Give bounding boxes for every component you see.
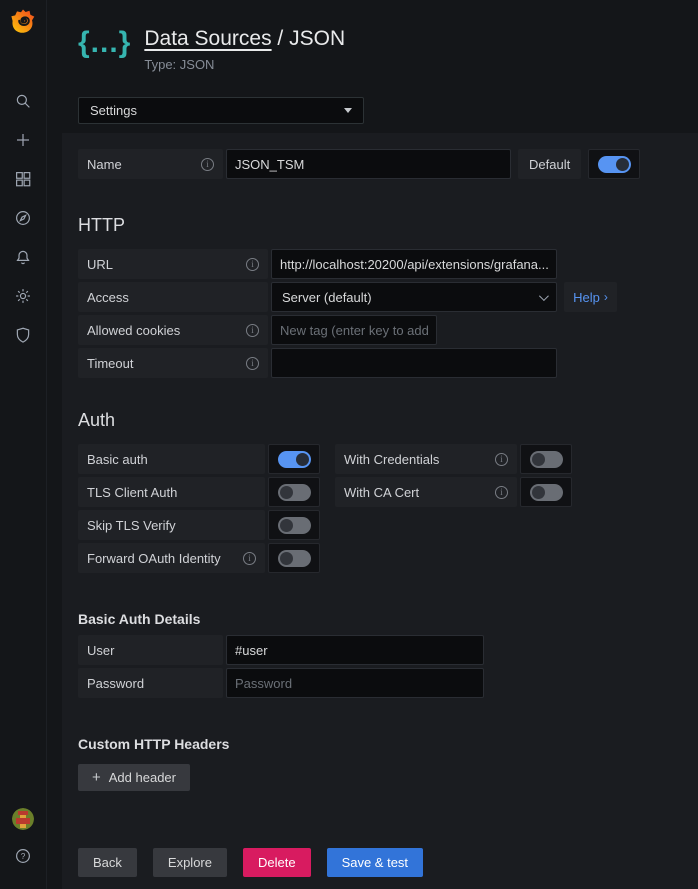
svg-text:?: ? — [21, 852, 26, 861]
auth-section-title: Auth — [78, 410, 682, 431]
search-icon[interactable] — [14, 92, 32, 110]
default-toggle[interactable] — [588, 149, 640, 179]
forward-oauth-identity-label: Forward OAuth Identity — [78, 543, 265, 573]
tls-client-auth-label: TLS Client Auth — [78, 477, 265, 507]
basic-auth-details-title: Basic Auth Details — [78, 611, 682, 627]
url-row: URL — [78, 249, 682, 279]
admin-shield-icon[interactable] — [14, 326, 32, 344]
password-label: Password — [78, 668, 223, 698]
page-header: {...} Data Sources / JSON Type: JSON — [47, 0, 698, 72]
user-label: User — [78, 635, 223, 665]
custom-http-headers-title: Custom HTTP Headers — [78, 736, 682, 752]
json-datasource-icon: {...} — [78, 24, 131, 62]
allowed-cookies-row: Allowed cookies — [78, 315, 682, 345]
name-row: Name Default — [78, 149, 682, 179]
with-credentials-toggle[interactable] — [520, 444, 572, 474]
info-icon[interactable] — [246, 357, 259, 370]
back-button[interactable]: Back — [78, 848, 137, 877]
delete-button[interactable]: Delete — [243, 848, 311, 877]
password-row: Password — [78, 668, 682, 698]
chevron-down-icon — [539, 291, 549, 301]
alerting-bell-icon[interactable] — [14, 248, 32, 266]
sidebar-bottom: ? — [12, 808, 34, 865]
info-icon[interactable] — [246, 324, 259, 337]
skip-tls-verify-label: Skip TLS Verify — [78, 510, 265, 540]
sidebar-nav — [14, 92, 32, 344]
allowed-cookies-input[interactable] — [271, 315, 437, 345]
plus-icon: + — [92, 769, 101, 786]
name-input[interactable] — [226, 149, 511, 179]
info-icon[interactable] — [495, 453, 508, 466]
explore-compass-icon[interactable] — [14, 209, 32, 227]
help-icon[interactable]: ? — [14, 847, 32, 865]
main-content: {...} Data Sources / JSON Type: JSON Set… — [47, 0, 698, 889]
info-icon[interactable] — [201, 158, 214, 171]
footer-actions: Back Explore Delete Save & test — [78, 848, 682, 877]
page-title: Data Sources / JSON — [144, 26, 345, 52]
sidebar: ? — [0, 0, 47, 889]
breadcrumb-separator: / — [272, 27, 290, 50]
add-header-button[interactable]: + Add header — [78, 764, 190, 791]
url-input[interactable] — [271, 249, 557, 279]
breadcrumb-current: JSON — [289, 27, 345, 50]
auth-row-1: Basic auth With Credentials — [78, 444, 682, 474]
configuration-gear-icon[interactable] — [14, 287, 32, 305]
app-window: ? {...} Data Sources / JSON Type: JSON S… — [0, 0, 698, 889]
info-icon[interactable] — [243, 552, 256, 565]
access-select[interactable]: Server (default) — [271, 282, 557, 312]
timeout-input[interactable] — [271, 348, 557, 378]
skip-tls-verify-toggle[interactable] — [268, 510, 320, 540]
datasource-type-subtitle: Type: JSON — [144, 57, 345, 72]
allowed-cookies-label: Allowed cookies — [78, 315, 268, 345]
user-input[interactable] — [226, 635, 484, 665]
access-help-button[interactable]: Help› — [564, 282, 617, 312]
access-row: Access Server (default) Help› — [78, 282, 682, 312]
basic-auth-toggle[interactable] — [268, 444, 320, 474]
auth-row-2: TLS Client Auth With CA Cert — [78, 477, 682, 507]
with-credentials-label: With Credentials — [335, 444, 517, 474]
default-label: Default — [518, 149, 581, 179]
user-row: User — [78, 635, 682, 665]
explore-button[interactable]: Explore — [153, 848, 227, 877]
url-label: URL — [78, 249, 268, 279]
auth-row-4: Forward OAuth Identity — [78, 543, 682, 573]
basic-auth-label: Basic auth — [78, 444, 265, 474]
save-and-test-button[interactable]: Save & test — [327, 848, 423, 877]
user-avatar[interactable] — [12, 808, 34, 830]
forward-oauth-identity-toggle[interactable] — [268, 543, 320, 573]
timeout-row: Timeout — [78, 348, 682, 378]
chevron-right-icon: › — [604, 290, 608, 304]
timeout-label: Timeout — [78, 348, 268, 378]
settings-panel: Name Default HTTP URL — [62, 133, 698, 889]
password-input[interactable] — [226, 668, 484, 698]
breadcrumb-datasources-link[interactable]: Data Sources — [144, 27, 271, 50]
tls-client-auth-toggle[interactable] — [268, 477, 320, 507]
dashboards-icon[interactable] — [14, 170, 32, 188]
with-ca-cert-toggle[interactable] — [520, 477, 572, 507]
info-icon[interactable] — [495, 486, 508, 499]
http-section-title: HTTP — [78, 215, 682, 236]
grafana-logo-icon[interactable] — [10, 8, 36, 34]
settings-tab-label: Settings — [90, 103, 137, 118]
create-plus-icon[interactable] — [14, 131, 32, 149]
name-label: Name — [78, 149, 223, 179]
access-select-value: Server (default) — [282, 290, 372, 305]
with-ca-cert-label: With CA Cert — [335, 477, 517, 507]
access-label: Access — [78, 282, 268, 312]
info-icon[interactable] — [246, 258, 259, 271]
auth-row-3: Skip TLS Verify — [78, 510, 682, 540]
settings-tab-select[interactable]: Settings — [78, 97, 364, 124]
caret-down-icon — [344, 108, 352, 113]
